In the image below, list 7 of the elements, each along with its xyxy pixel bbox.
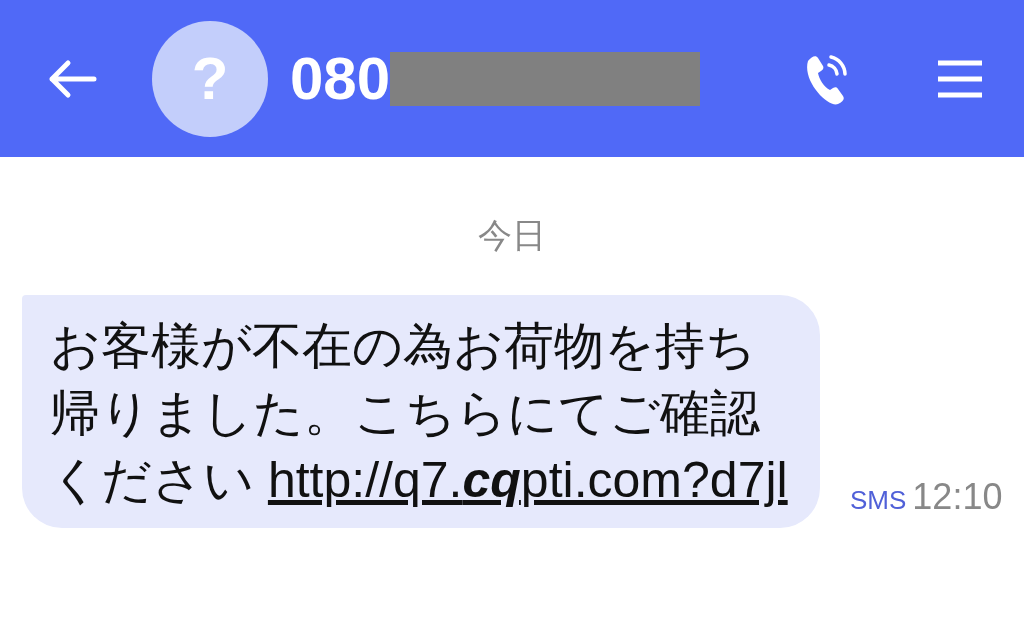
date-label: 今日 [478, 216, 546, 254]
menu-icon[interactable] [936, 58, 984, 99]
message-text: お客様が不在の為お荷物を持ち帰りました。こちらにてご確認ください http://q7.cqpti.com?d7jl [50, 318, 788, 508]
phone-number: 080 [290, 44, 391, 113]
channel-label: SMS [850, 485, 907, 516]
message-time: 12:10 [912, 476, 1003, 518]
message-link[interactable]: http://q7.cqpti.com?d7jl [267, 452, 788, 508]
